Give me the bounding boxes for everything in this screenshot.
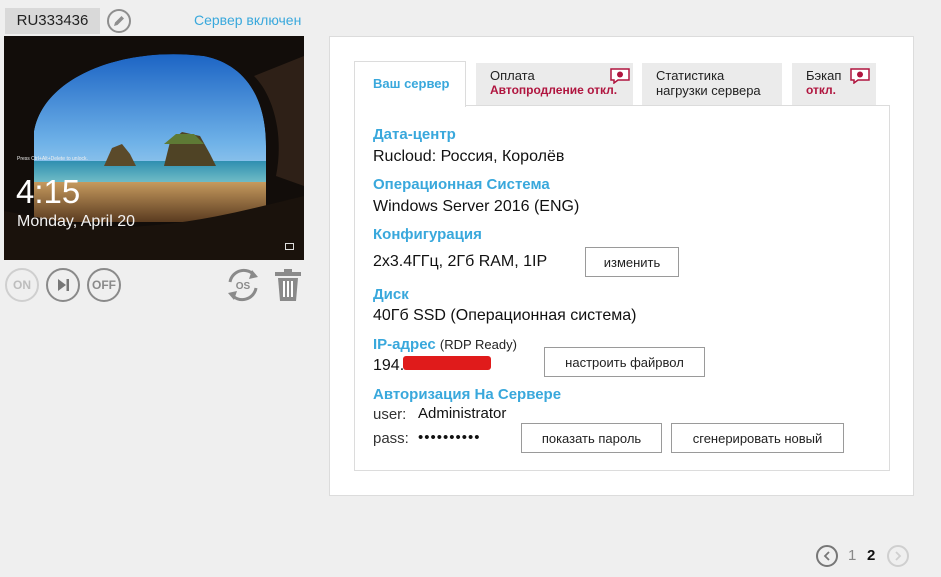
lockscreen-time: 4:15 bbox=[16, 173, 81, 210]
power-off-button[interactable]: OFF bbox=[87, 268, 121, 302]
disk-label: Диск bbox=[373, 286, 409, 303]
delete-server-button[interactable] bbox=[274, 268, 302, 302]
ip-label: IP-адрес (RDP Ready) bbox=[373, 336, 517, 353]
tab-load-stats-sub: нагрузки сервера bbox=[656, 83, 761, 98]
ip-rdp-note: (RDP Ready) bbox=[439, 337, 517, 352]
pass-key: pass: bbox=[373, 430, 409, 447]
tab-load-stats-label: Статистика bbox=[656, 68, 725, 83]
os-label: Операционная Система bbox=[373, 176, 550, 193]
user-key: user: bbox=[373, 406, 407, 423]
datacenter-value: Rucloud: Россия, Королёв bbox=[373, 148, 565, 165]
ip-label-text: IP-адрес bbox=[373, 336, 436, 353]
page-1-link[interactable]: 1 bbox=[848, 547, 856, 564]
pencil-icon bbox=[114, 16, 124, 26]
tab-content-your-server: Дата-центр Rucloud: Россия, Королёв Опер… bbox=[354, 105, 890, 471]
server-details-panel: Ваш сервер Оплата Автопродление откл. Ст… bbox=[329, 36, 914, 496]
reinstall-os-button[interactable]: OS bbox=[222, 264, 264, 306]
generate-password-button[interactable]: сгенерировать новый bbox=[671, 423, 844, 453]
reinstall-os-icon: OS bbox=[228, 268, 258, 302]
server-screenshot[interactable]: Press Ctrl+Alt+Delete to unlock. 4:15 Mo… bbox=[4, 36, 304, 260]
reboot-button[interactable] bbox=[46, 268, 80, 302]
chevron-right-icon bbox=[895, 551, 902, 561]
configure-firewall-button[interactable]: настроить файрвол bbox=[544, 347, 705, 377]
svg-text:OS: OS bbox=[236, 281, 251, 292]
disk-value: 40Гб SSD (Операционная система) bbox=[373, 307, 637, 324]
network-icon bbox=[285, 243, 294, 250]
tab-bar: Ваш сервер Оплата Автопродление откл. Ст… bbox=[354, 61, 894, 107]
play-next-icon bbox=[58, 279, 69, 291]
server-status-text: Сервер включен bbox=[194, 12, 302, 28]
server-id-label: RU333436 bbox=[5, 8, 100, 34]
lockscreen-hint: Press Ctrl+Alt+Delete to unlock. bbox=[17, 156, 88, 162]
chevron-left-icon bbox=[823, 551, 830, 561]
change-config-button[interactable]: изменить bbox=[585, 247, 679, 277]
datacenter-label: Дата-центр bbox=[373, 126, 456, 143]
os-value: Windows Server 2016 (ENG) bbox=[373, 198, 580, 215]
page-2-current[interactable]: 2 bbox=[867, 547, 875, 564]
next-page-button[interactable] bbox=[887, 545, 909, 567]
show-password-button[interactable]: показать пароль bbox=[521, 423, 662, 453]
tab-payment-status: Автопродление откл. bbox=[490, 83, 618, 97]
tab-your-server-label: Ваш сервер bbox=[373, 76, 450, 91]
tab-backup-status: откл. bbox=[806, 83, 837, 97]
ip-value: 194. bbox=[373, 357, 405, 374]
tab-payment[interactable]: Оплата Автопродление откл. bbox=[476, 63, 633, 105]
tab-backup[interactable]: Бэкап откл. bbox=[792, 63, 876, 105]
pass-value: •••••••••• bbox=[418, 429, 481, 446]
tab-your-server[interactable]: Ваш сервер bbox=[354, 61, 466, 107]
redaction-mark bbox=[403, 356, 491, 370]
lockscreen-date: Monday, April 20 bbox=[17, 213, 135, 230]
trash-icon bbox=[275, 269, 301, 301]
notification-icon bbox=[610, 68, 630, 84]
prev-page-button[interactable] bbox=[816, 545, 838, 567]
edit-name-button[interactable] bbox=[107, 9, 131, 33]
auth-label: Авторизация На Сервере bbox=[373, 386, 562, 403]
config-value: 2x3.4ГГц, 2Гб RAM, 1IP bbox=[373, 253, 548, 270]
config-label: Конфигурация bbox=[373, 226, 482, 243]
tab-load-stats[interactable]: Статистика нагрузки сервера bbox=[642, 63, 782, 105]
power-on-button[interactable]: ON bbox=[5, 268, 39, 302]
user-value: Administrator bbox=[418, 405, 507, 422]
notification-icon bbox=[850, 68, 870, 84]
